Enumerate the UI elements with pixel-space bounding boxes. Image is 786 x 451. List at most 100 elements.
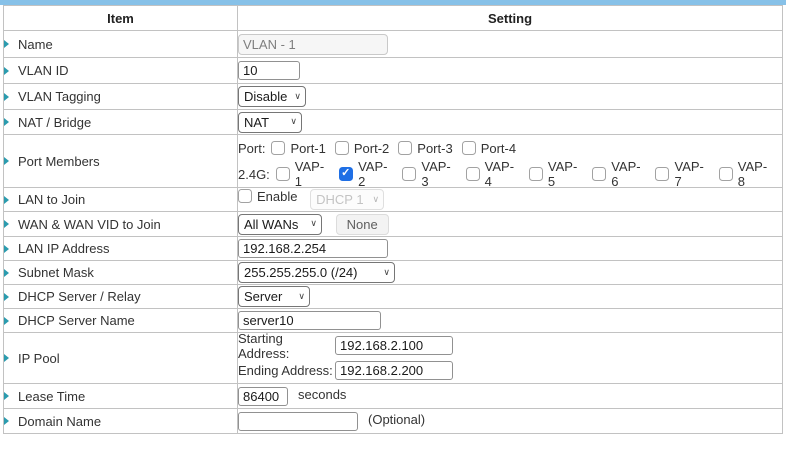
vlan-id-label: VLAN ID	[18, 63, 69, 78]
subnet-mask-label: Subnet Mask	[18, 265, 94, 280]
row-arrow-icon	[4, 354, 9, 362]
vap-8-checkbox[interactable]	[719, 167, 733, 181]
row-subnet-mask: Subnet Mask 255.255.255.0 (/24) ∨	[4, 261, 783, 285]
dhcp-server-name-input[interactable]	[238, 311, 381, 330]
wired-ports-group: Port: Port-1 Port-2 Port-3 Port-4	[238, 135, 782, 161]
lan-join-dhcp-select: DHCP 1	[310, 189, 384, 210]
lease-time-input[interactable]	[238, 387, 288, 406]
lan-join-enable-item: Enable	[238, 189, 297, 204]
port-3-checkbox-item: Port-3	[398, 141, 452, 156]
row-dhcp-server-relay: DHCP Server / Relay Server ∨	[4, 285, 783, 309]
row-arrow-icon	[4, 392, 9, 400]
name-input	[238, 34, 388, 55]
vap-7-checkbox[interactable]	[655, 167, 669, 181]
port-members-label: Port Members	[18, 154, 100, 169]
vlan-tagging-select[interactable]: Disable	[238, 86, 306, 107]
nat-bridge-label: NAT / Bridge	[18, 115, 91, 130]
row-arrow-icon	[4, 220, 9, 228]
row-arrow-icon	[4, 196, 9, 204]
vap-4-checkbox[interactable]	[466, 167, 480, 181]
vlan-tagging-label: VLAN Tagging	[18, 89, 101, 104]
vap-5-label: VAP-5	[548, 159, 583, 189]
table-header-row: Item Setting	[4, 6, 783, 31]
port-1-label: Port-1	[290, 141, 325, 156]
port-4-label: Port-4	[481, 141, 516, 156]
row-arrow-icon	[4, 293, 9, 301]
ip-pool-label: IP Pool	[18, 351, 60, 366]
vlan-id-input[interactable]	[238, 61, 300, 80]
lan-join-enable-label: Enable	[257, 189, 297, 204]
row-arrow-icon	[4, 118, 9, 126]
row-lan-to-join: LAN to Join Enable DHCP 1 ∨	[4, 188, 783, 212]
dhcp-server-relay-label: DHCP Server / Relay	[18, 289, 141, 304]
row-arrow-icon	[4, 157, 9, 165]
vap-8-label: VAP-8	[738, 159, 773, 189]
row-arrow-icon	[4, 67, 9, 75]
wifi-group-label: 2.4G:	[238, 167, 270, 182]
lan-join-enable-checkbox[interactable]	[238, 189, 252, 203]
wan-join-select[interactable]: All WANs	[238, 214, 322, 235]
column-header-item: Item	[4, 6, 238, 31]
port-2-checkbox[interactable]	[335, 141, 349, 155]
port-1-checkbox[interactable]	[271, 141, 285, 155]
row-ip-pool: IP Pool Starting Address: Ending Address…	[4, 333, 783, 384]
port-2-checkbox-item: Port-2	[335, 141, 389, 156]
row-name: Name	[4, 31, 783, 58]
vap-7-checkbox-item: VAP-7	[655, 159, 709, 189]
row-wan-join: WAN & WAN VID to Join All WANs ∨ None	[4, 212, 783, 237]
vap-2-label: VAP-2	[358, 159, 393, 189]
wifi-vaps-group: 2.4G: VAP-1 VAP-2 VAP-3 VAP-4	[238, 161, 782, 187]
name-label: Name	[18, 37, 53, 52]
row-dhcp-server-name: DHCP Server Name	[4, 309, 783, 333]
vap-4-label: VAP-4	[485, 159, 520, 189]
vap-2-checkbox[interactable]	[339, 167, 353, 181]
ending-address-input[interactable]	[335, 361, 453, 380]
wan-join-label: WAN & WAN VID to Join	[18, 217, 161, 232]
vap-3-checkbox[interactable]	[402, 167, 416, 181]
port-4-checkbox-item: Port-4	[462, 141, 516, 156]
row-port-members: Port Members Port: Port-1 Port-2 Port-3	[4, 135, 783, 188]
vap-5-checkbox-item: VAP-5	[529, 159, 583, 189]
row-arrow-icon	[4, 317, 9, 325]
vap-6-checkbox-item: VAP-6	[592, 159, 646, 189]
vlan-settings-table: Item Setting Name VLAN ID VLAN Tagging D…	[3, 5, 783, 434]
lease-time-label: Lease Time	[18, 389, 85, 404]
vap-3-label: VAP-3	[421, 159, 456, 189]
port-4-checkbox[interactable]	[462, 141, 476, 155]
row-lan-ip: LAN IP Address	[4, 237, 783, 261]
vap-2-checkbox-item: VAP-2	[339, 159, 393, 189]
nat-bridge-select[interactable]: NAT	[238, 112, 302, 133]
row-arrow-icon	[4, 245, 9, 253]
subnet-mask-select[interactable]: 255.255.255.0 (/24)	[238, 262, 395, 283]
column-header-setting: Setting	[238, 6, 783, 31]
port-1-checkbox-item: Port-1	[271, 141, 325, 156]
wan-vid-none-button[interactable]: None	[336, 214, 389, 235]
row-vlan-tagging: VLAN Tagging Disable ∨	[4, 84, 783, 110]
row-lease-time: Lease Time seconds	[4, 384, 783, 409]
vap-1-label: VAP-1	[295, 159, 330, 189]
vap-7-label: VAP-7	[674, 159, 709, 189]
ending-address-label: Ending Address:	[238, 363, 335, 378]
lan-ip-label: LAN IP Address	[18, 241, 110, 256]
port-3-checkbox[interactable]	[398, 141, 412, 155]
port-2-label: Port-2	[354, 141, 389, 156]
domain-name-label: Domain Name	[18, 414, 101, 429]
vap-1-checkbox[interactable]	[276, 167, 290, 181]
port-3-label: Port-3	[417, 141, 452, 156]
lease-time-unit: seconds	[298, 387, 346, 402]
row-arrow-icon	[4, 269, 9, 277]
row-vlan-id: VLAN ID	[4, 58, 783, 84]
domain-name-input[interactable]	[238, 412, 358, 431]
vap-5-checkbox[interactable]	[529, 167, 543, 181]
dhcp-server-relay-select[interactable]: Server	[238, 286, 310, 307]
row-nat-bridge: NAT / Bridge NAT ∨	[4, 110, 783, 135]
vap-6-checkbox[interactable]	[592, 167, 606, 181]
port-group-label: Port:	[238, 141, 265, 156]
starting-address-input[interactable]	[335, 336, 453, 355]
row-arrow-icon	[4, 417, 9, 425]
row-arrow-icon	[4, 40, 9, 48]
vap-3-checkbox-item: VAP-3	[402, 159, 456, 189]
lan-ip-input[interactable]	[238, 239, 388, 258]
vap-1-checkbox-item: VAP-1	[276, 159, 330, 189]
lan-to-join-label: LAN to Join	[18, 192, 85, 207]
